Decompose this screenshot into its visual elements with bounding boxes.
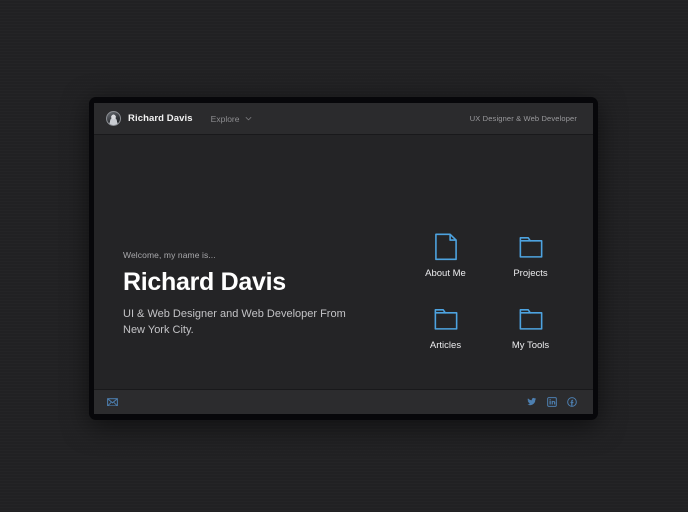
portfolio-window: Richard Davis Explore UX Designer & Web … bbox=[94, 103, 593, 414]
brand-name: Richard Davis bbox=[128, 113, 193, 124]
link-label: Articles bbox=[429, 340, 462, 351]
avatar bbox=[106, 111, 121, 126]
linkedin-icon[interactable] bbox=[547, 397, 557, 407]
explore-menu[interactable]: Explore bbox=[211, 114, 252, 124]
explore-label: Explore bbox=[210, 113, 240, 124]
welcome-text: Welcome, my name is... bbox=[123, 250, 216, 260]
link-label: Projects bbox=[513, 268, 548, 279]
quick-links-grid: About Me Projects Articles My Tools bbox=[409, 233, 567, 351]
link-tile-articles[interactable]: Articles bbox=[409, 305, 482, 351]
facebook-icon[interactable] bbox=[567, 397, 577, 407]
link-label: About Me bbox=[425, 268, 466, 279]
folder-icon bbox=[518, 233, 544, 261]
site-footer bbox=[94, 389, 593, 414]
site-header: Richard Davis Explore UX Designer & Web … bbox=[94, 103, 593, 135]
brand[interactable]: Richard Davis bbox=[106, 111, 193, 126]
chevron-down-icon bbox=[245, 115, 252, 122]
envelope-icon[interactable] bbox=[107, 397, 118, 407]
document-icon bbox=[433, 233, 459, 261]
social-links bbox=[527, 397, 577, 407]
folder-icon bbox=[518, 305, 544, 333]
main-content: Welcome, my name is... Richard Davis UI … bbox=[94, 135, 593, 389]
role-text: UX Designer & Web Developer bbox=[469, 114, 577, 123]
link-label: My Tools bbox=[511, 340, 550, 351]
desktop-background: Richard Davis Explore UX Designer & Web … bbox=[0, 0, 688, 512]
browser-window-frame: Richard Davis Explore UX Designer & Web … bbox=[89, 97, 598, 420]
intro-block: Welcome, my name is... Richard Davis UI … bbox=[123, 250, 353, 338]
twitter-icon[interactable] bbox=[527, 397, 537, 407]
tagline-text: UI & Web Designer and Web Developer From… bbox=[123, 308, 346, 336]
link-tile-about-me[interactable]: About Me bbox=[409, 233, 482, 279]
page-title: Richard Davis bbox=[123, 268, 286, 296]
link-tile-projects[interactable]: Projects bbox=[494, 233, 567, 279]
link-tile-my-tools[interactable]: My Tools bbox=[494, 305, 567, 351]
folder-icon bbox=[433, 305, 459, 333]
